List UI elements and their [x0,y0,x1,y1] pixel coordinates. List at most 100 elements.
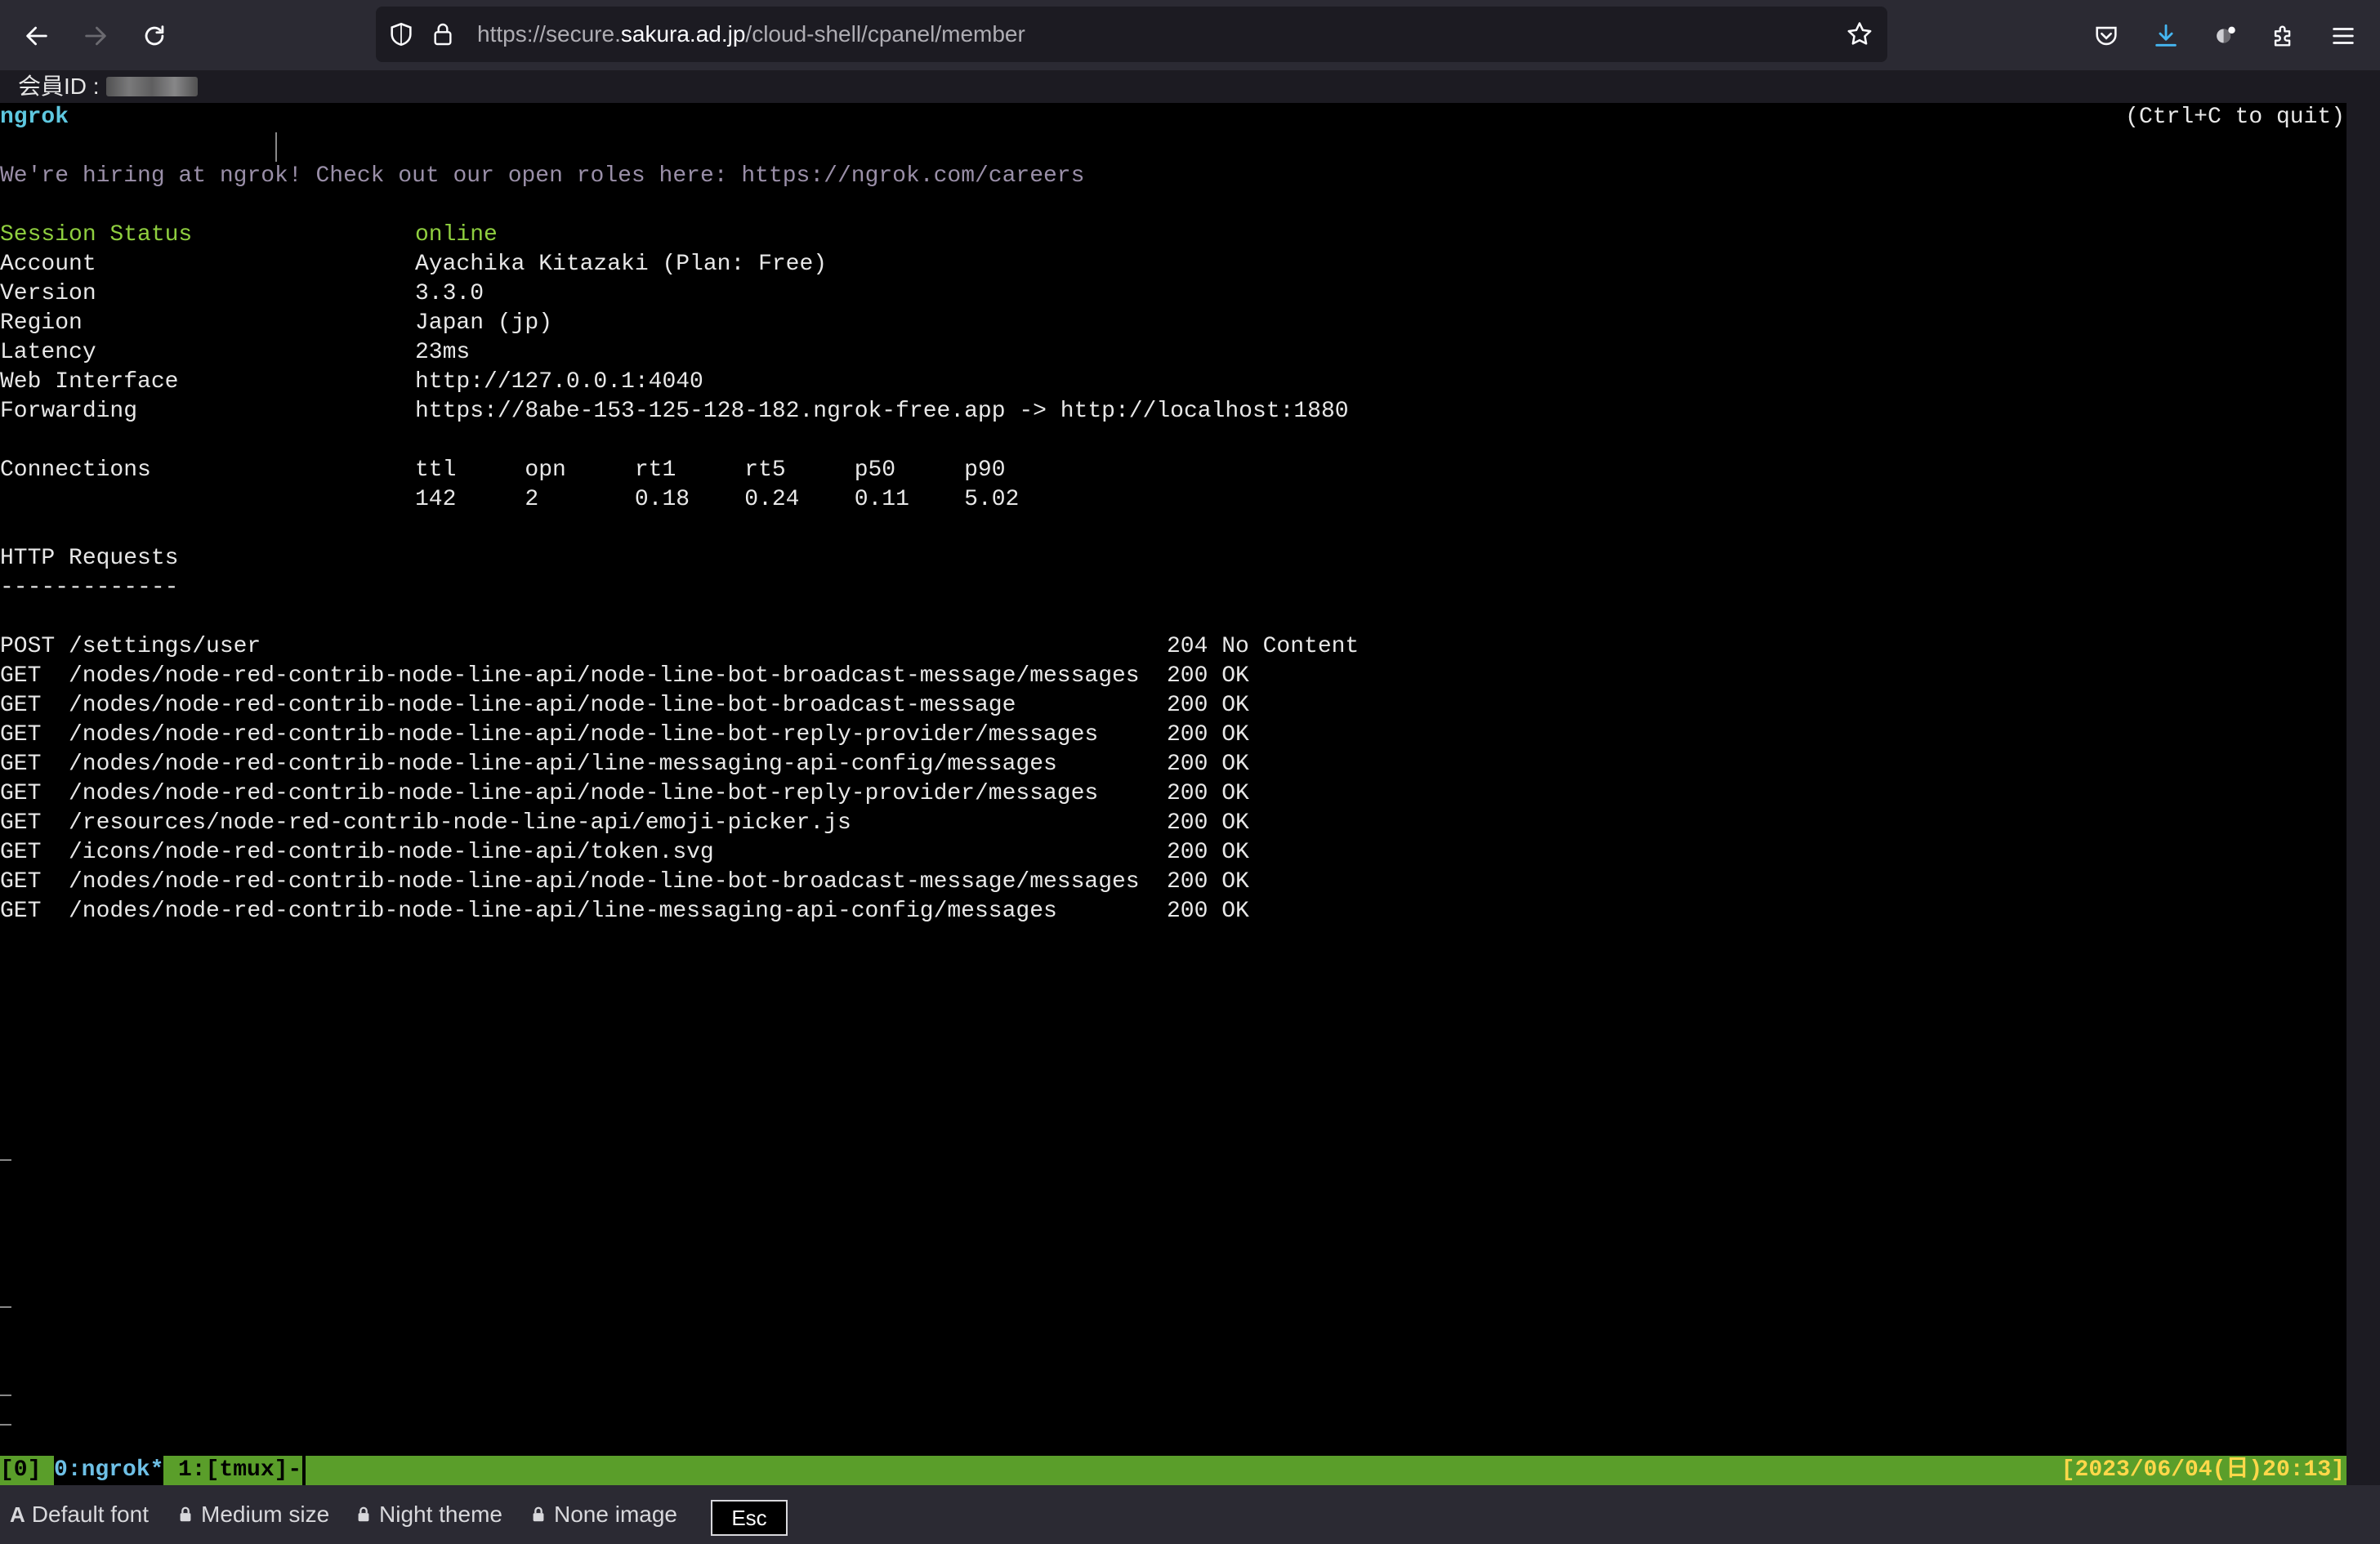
connections-headers: ttl opn rt1 rt5 p50 p90 [415,457,1006,483]
terminal[interactable]: ngrok (Ctrl+C to quit) We're hiring at n… [0,103,2347,1456]
ngrok-title: ngrok [0,105,69,130]
request-method: GET [0,663,42,689]
info-value: Ayachika Kitazaki (Plan: Free) [415,252,828,277]
request-path: /nodes/node-red-contrib-node-line-api/no… [69,693,1016,718]
request-path: /nodes/node-red-contrib-node-line-api/no… [69,663,1140,689]
downloads-button[interactable] [2146,16,2186,56]
size-option[interactable]: Medium size [176,1500,329,1529]
http-requests-title: HTTP Requests [0,546,179,571]
shield-icon[interactable] [387,20,415,48]
tmux-window-active[interactable]: 0:ngrok* [54,1456,164,1485]
pocket-icon [2096,26,2117,46]
connections-label: Connections [0,457,151,483]
size-option-label: Medium size [201,1502,330,1527]
url-bar[interactable]: https://secure.sakura.ad.jp/cloud-shell/… [376,7,1887,62]
puzzle-icon [2274,25,2291,47]
url-path: /cloud-shell/cpanel/member [745,21,1025,47]
terminal-scrollbar[interactable] [2347,103,2380,1456]
tmux-window[interactable]: 1:[tmux]- [178,1456,301,1485]
request-path: /resources/node-red-contrib-node-line-ap… [69,810,851,836]
font-option[interactable]: A Default font [10,1500,149,1529]
member-id-redacted [106,77,198,96]
request-status: 200 OK [1167,693,1249,718]
terminal-tick [0,1159,11,1161]
request-status: 200 OK [1167,781,1249,806]
info-value: Japan (jp) [415,310,553,336]
request-status: 200 OK [1167,810,1249,836]
account-extension-icon [2217,26,2235,43]
back-arrow-icon [26,26,47,46]
info-label: Account [0,252,96,277]
terminal-tick [0,1424,11,1426]
url-prefix: https://secure. [477,21,621,47]
text-cursor [275,132,277,162]
request-method: GET [0,869,42,895]
font-option-label: Default font [31,1502,149,1527]
extensions-button[interactable] [2263,16,2304,56]
info-label: Session Status [0,222,193,248]
info-value: 3.3.0 [415,281,484,306]
info-label: Latency [0,340,96,365]
request-path: /nodes/node-red-contrib-node-line-api/no… [69,722,1099,747]
member-id-label: 会員ID : [18,74,100,99]
info-label: Version [0,281,96,306]
url-text[interactable]: https://secure.sakura.ad.jp/cloud-shell/… [477,7,1025,62]
image-option[interactable]: None image [529,1500,677,1529]
reload-icon [145,25,164,46]
info-value: online [415,222,498,248]
image-option-label: None image [554,1502,677,1527]
back-button[interactable] [16,16,57,56]
forward-button[interactable] [75,16,116,56]
extension-button[interactable] [2204,16,2245,56]
request-status: 200 OK [1167,840,1249,865]
tmux-status-bar: [0] 0:ngrok* 1:[tmux]- [2023/06/04(日)20:… [0,1456,2347,1485]
tmux-session: [0] [0,1457,42,1483]
font-icon: A [10,1502,25,1527]
quit-hint: (Ctrl+C to quit) [2125,105,2345,130]
request-path: /settings/user [69,634,261,659]
info-label: Region [0,310,83,336]
request-status: 200 OK [1167,663,1249,689]
download-icon [2155,24,2177,47]
request-method: GET [0,752,42,777]
terminal-tick [0,1306,11,1308]
request-method: GET [0,899,42,924]
pocket-button[interactable] [2086,16,2127,56]
theme-option-label: Night theme [379,1502,502,1527]
info-label: Web Interface [0,369,179,395]
tmux-cursor [302,1456,306,1485]
connections-values: 142 2 0.18 0.24 0.11 5.02 [415,487,1020,512]
request-method: GET [0,810,42,836]
theme-lock-icon [358,1506,369,1522]
size-lock-icon [180,1506,191,1522]
hiring-message: We're hiring at ngrok! Check out our ope… [0,163,1085,189]
info-label: Forwarding [0,399,138,424]
request-method: GET [0,781,42,806]
request-method: POST [0,634,56,659]
request-status: 200 OK [1167,752,1249,777]
request-status: 200 OK [1167,899,1249,924]
bookmark-star-icon[interactable] [1845,20,1874,49]
theme-option[interactable]: Night theme [355,1500,502,1529]
lock-icon[interactable] [430,20,456,48]
forward-arrow-icon [85,26,106,46]
request-method: GET [0,693,42,718]
http-requests-rule: ------------- [0,575,179,600]
request-path: /nodes/node-red-contrib-node-line-api/no… [69,781,1099,806]
url-domain: sakura.ad.jp [620,21,746,47]
request-path: /icons/node-red-contrib-node-line-api/to… [69,840,714,865]
terminal-tick [0,1395,11,1396]
image-lock-icon [533,1506,544,1522]
hamburger-menu-icon [2333,28,2354,44]
menu-button[interactable] [2323,16,2364,56]
browser-toolbar: https://secure.sakura.ad.jp/cloud-shell/… [0,0,2380,70]
info-value: 23ms [415,340,471,365]
request-path: /nodes/node-red-contrib-node-line-api/li… [69,752,1057,777]
reload-button[interactable] [134,16,175,56]
info-value: https://8abe-153-125-128-182.ngrok-free.… [415,399,1349,424]
esc-button[interactable]: Esc [711,1500,788,1536]
request-status: 200 OK [1167,722,1249,747]
tmux-clock: [2023/06/04(日)20:13] [2061,1457,2345,1483]
request-path: /nodes/node-red-contrib-node-line-api/li… [69,899,1057,924]
info-value: http://127.0.0.1:4040 [415,369,703,395]
